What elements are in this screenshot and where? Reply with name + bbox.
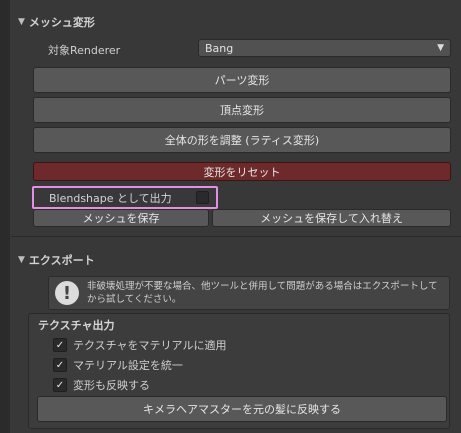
- scene-view-edge: [0, 0, 10, 433]
- option-label: テクスチャをマテリアルに適用: [73, 339, 227, 352]
- renderer-dropdown[interactable]: Bang ▼: [198, 39, 451, 57]
- save-replace-mesh-button[interactable]: メッシュを保存して入れ替え: [212, 209, 451, 227]
- chevron-down-icon: ▼: [437, 43, 444, 53]
- help-box: ! 非破壊処理が不要な場合、他ツールと併用して問題がある場合はエクスポートしてか…: [48, 276, 450, 310]
- parts-deform-button[interactable]: パーツ変形: [33, 67, 451, 93]
- expand-triangle-icon[interactable]: ▼: [18, 17, 25, 27]
- texture-output-title: テクスチャ出力: [38, 319, 115, 332]
- export-section-header[interactable]: ▼ エクスポート: [18, 252, 95, 268]
- option-reflect-deform[interactable]: ✓ 変形も反映する: [53, 377, 150, 393]
- blendshape-checkbox[interactable]: [196, 191, 209, 204]
- expand-triangle-icon[interactable]: ▼: [18, 255, 25, 265]
- checkbox-apply-texture[interactable]: ✓: [53, 338, 67, 352]
- lattice-deform-button[interactable]: 全体の形を調整 (ラティス変形): [33, 127, 451, 153]
- export-section-title: エクスポート: [28, 254, 95, 267]
- mesh-section-title: メッシュ変形: [28, 16, 95, 29]
- blendshape-toggle-row[interactable]: Blendshape として出力: [32, 186, 218, 209]
- option-label: 変形も反映する: [73, 379, 150, 392]
- blendshape-label: Blendshape として出力: [49, 191, 172, 205]
- option-apply-texture[interactable]: ✓ テクスチャをマテリアルに適用: [53, 337, 226, 353]
- mesh-section-header[interactable]: ▼ メッシュ変形: [18, 14, 95, 30]
- save-mesh-button[interactable]: メッシュを保存: [33, 209, 209, 227]
- option-unify-material[interactable]: ✓ マテリアル設定を統一: [53, 357, 183, 373]
- reset-deform-button[interactable]: 変形をリセット: [33, 162, 451, 181]
- renderer-label: 対象Renderer: [48, 44, 121, 57]
- option-label: マテリアル設定を統一: [73, 359, 183, 372]
- vertex-deform-button[interactable]: 頂点変形: [33, 97, 451, 123]
- section-divider: [11, 236, 461, 237]
- info-icon: !: [55, 281, 79, 305]
- checkbox-unify-material[interactable]: ✓: [53, 358, 67, 372]
- checkbox-reflect-deform[interactable]: ✓: [53, 378, 67, 392]
- apply-to-original-hair-button[interactable]: キメラヘアマスターを元の髪に反映する: [37, 396, 447, 422]
- renderer-value: Bang: [205, 41, 234, 55]
- help-text: 非破壊処理が不要な場合、他ツールと併用して問題がある場合はエクスポートしてから試…: [87, 281, 438, 305]
